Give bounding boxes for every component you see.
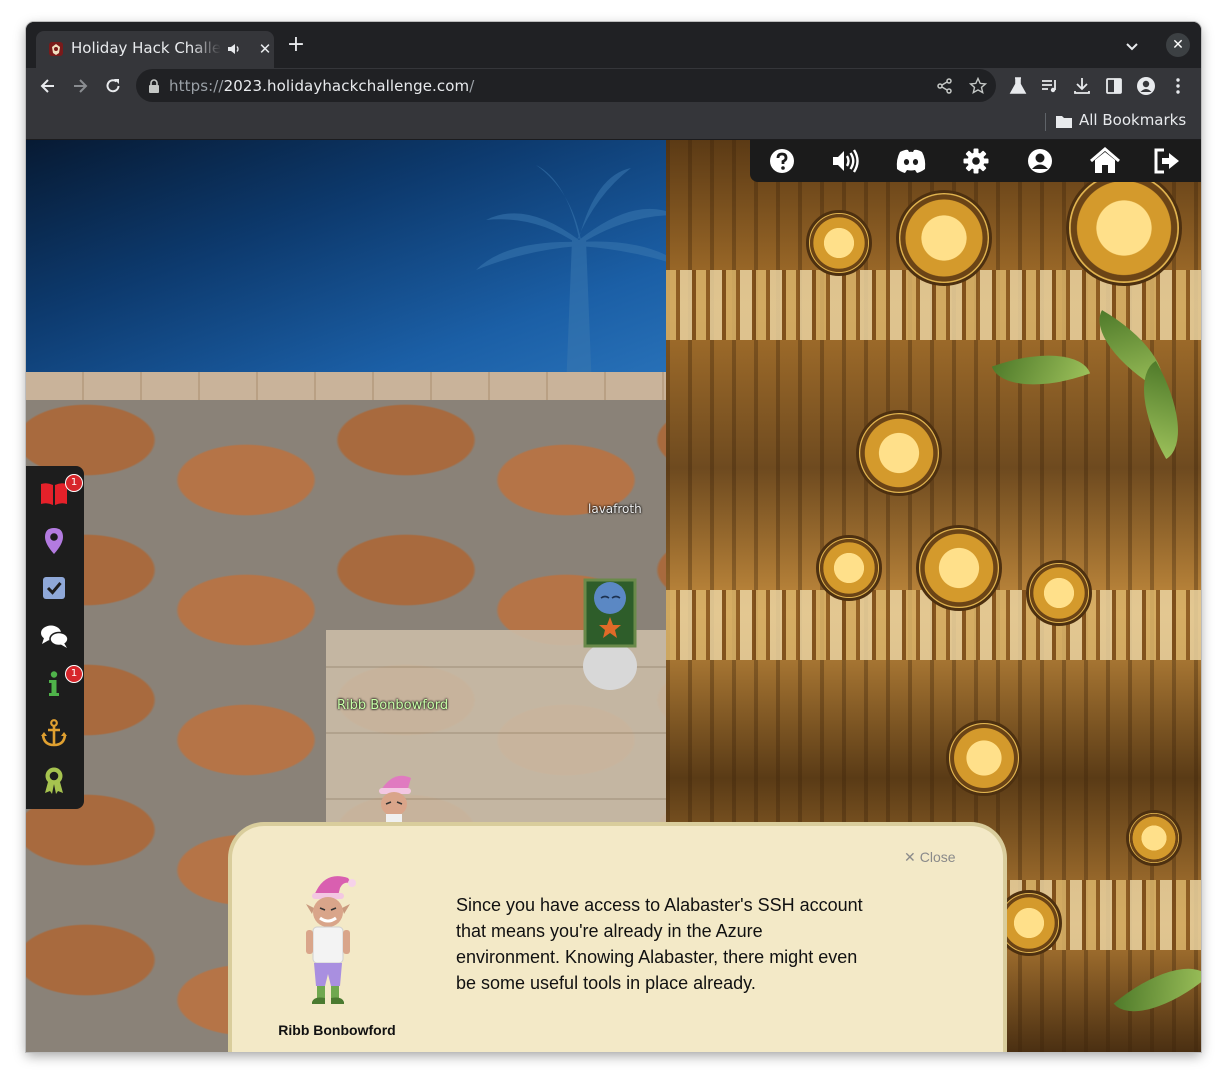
close-window-button[interactable]: ✕ <box>1166 33 1190 57</box>
profile-icon[interactable] <box>1025 147 1055 175</box>
palm-leaf <box>1121 361 1201 459</box>
anchor-icon[interactable] <box>39 718 69 748</box>
profile-avatar-icon[interactable] <box>1136 76 1156 96</box>
new-tab-button[interactable]: + <box>284 34 308 58</box>
help-icon[interactable] <box>767 147 797 175</box>
side-panel-icon[interactable] <box>1104 76 1124 96</box>
home-icon[interactable] <box>1088 147 1122 175</box>
close-icon: ✕ <box>904 849 916 865</box>
gear-wheel <box>1066 170 1182 286</box>
palm-leaf <box>991 335 1091 405</box>
npc-dialog: ✕ Close Ribb Bonbowford Since you have ac… <box>228 822 1007 1052</box>
game-top-toolbar <box>750 140 1201 182</box>
star-icon[interactable] <box>969 77 987 95</box>
holiday-hack-favicon <box>49 42 63 56</box>
bookmarks-separator <box>1045 113 1046 131</box>
download-icon[interactable] <box>1072 76 1092 96</box>
forward-icon[interactable] <box>70 76 90 96</box>
player-name-label: lavafroth <box>588 502 642 516</box>
game-side-toolbar: 1 1 <box>26 466 84 809</box>
address-bar[interactable]: https://2023.holidayhackchallenge.com/ <box>136 69 996 102</box>
volume-icon[interactable] <box>830 147 860 175</box>
dialog-text: Since you have access to Alabaster's SSH… <box>456 895 863 993</box>
badge-count: 1 <box>65 474 83 492</box>
location-pin-icon[interactable] <box>39 526 69 556</box>
npc-portrait <box>306 876 356 1004</box>
gear-wheel <box>1126 810 1182 866</box>
close-tab-icon[interactable]: ✕ <box>256 40 274 58</box>
achievements-icon[interactable] <box>39 765 69 795</box>
lock-icon[interactable] <box>148 79 160 93</box>
back-icon[interactable] <box>38 76 58 96</box>
logout-icon[interactable] <box>1152 147 1182 175</box>
badge-count: 1 <box>65 665 83 683</box>
player-avatar[interactable] <box>581 576 639 691</box>
browser-window: Holiday Hack Challenge ✕ + ✕ <box>26 22 1201 1052</box>
gear-wheel <box>896 190 992 286</box>
url-text[interactable]: https://2023.holidayhackchallenge.com/ <box>169 77 474 95</box>
speaker-icon[interactable] <box>226 41 242 57</box>
game-viewport[interactable]: lavafroth Ribb Bonbowford 1 1 ✕ Close Ri… <box>26 140 1201 1052</box>
gear-wheel <box>816 535 882 601</box>
gear-wheel <box>856 410 942 496</box>
reload-icon[interactable] <box>103 76 123 96</box>
npc-name-label: Ribb Bonbowford <box>337 698 449 713</box>
tab-strip: Holiday Hack Challenge ✕ + ✕ <box>26 22 1201 68</box>
speaker-name: Ribb Bonbowford <box>278 1022 396 1038</box>
browser-toolbar: https://2023.holidayhackchallenge.com/ <box>26 68 1201 104</box>
objectives-check-icon[interactable] <box>39 573 69 603</box>
settings-gear-icon[interactable] <box>961 147 991 175</box>
chevron-down-icon[interactable] <box>1122 36 1142 56</box>
discord-icon[interactable] <box>894 147 928 175</box>
gear-wheel <box>1026 560 1092 626</box>
extension-flask-icon[interactable] <box>1008 76 1028 96</box>
gear-wheel <box>946 720 1022 796</box>
bookmarks-bar: All Bookmarks <box>26 104 1201 140</box>
folder-icon[interactable] <box>1055 113 1073 129</box>
all-bookmarks-link[interactable]: All Bookmarks <box>1079 111 1186 129</box>
gear-wheel <box>916 525 1002 611</box>
media-queue-icon[interactable] <box>1040 76 1060 96</box>
chat-icon[interactable] <box>39 621 69 651</box>
menu-kebab-icon[interactable] <box>1168 76 1188 96</box>
tab-title: Holiday Hack Challenge <box>71 39 221 57</box>
dialog-close-button[interactable]: ✕ Close <box>904 849 956 866</box>
browser-tab[interactable]: Holiday Hack Challenge ✕ <box>36 31 274 68</box>
palm-leaf <box>1113 945 1201 1035</box>
gear-wheel <box>806 210 872 276</box>
share-icon[interactable] <box>936 77 954 95</box>
